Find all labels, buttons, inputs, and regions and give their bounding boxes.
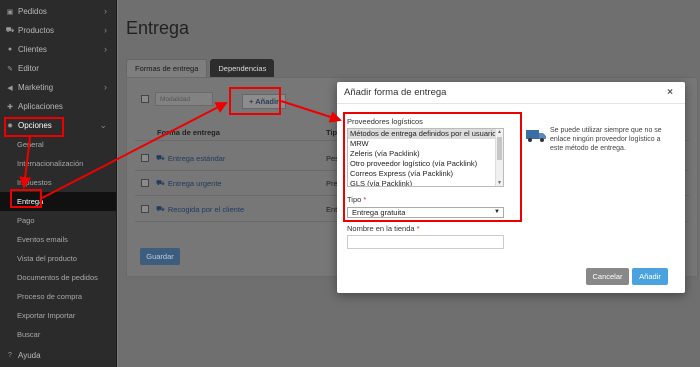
row-checkbox[interactable] xyxy=(141,205,149,213)
sidebar-sub-impuestos[interactable]: Impuestos xyxy=(0,173,116,192)
sidebar-sub-buscar[interactable]: Buscar xyxy=(0,325,116,344)
info-text: Se puede utilizar siempre que no se enla… xyxy=(550,127,662,152)
tab-bar: Formas de entrega Dependencias xyxy=(126,59,275,77)
sidebar-sub-internacionalizacion[interactable]: Internacionalización xyxy=(0,154,116,173)
provider-option[interactable]: Zeleris (vía Packlink) xyxy=(348,149,503,159)
truck-icon: ⛟ xyxy=(156,179,165,187)
users-icon: ● xyxy=(7,46,13,53)
add-delivery-button[interactable]: + Añadir xyxy=(242,94,286,109)
sidebar-item-clientes[interactable]: ● Clientes › xyxy=(0,40,116,59)
sidebar-item-editor[interactable]: ✎ Editor xyxy=(0,59,116,78)
table-toolbar: Modalidad xyxy=(141,92,213,106)
pencil-icon: ✎ xyxy=(7,65,13,73)
type-label: Tipo * xyxy=(347,195,367,204)
providers-listbox[interactable]: Métodos de entrega definidos por el usua… xyxy=(347,128,504,187)
gear-icon: ✹ xyxy=(7,122,13,130)
table-row[interactable]: ⛟ Recogida por el cliente xyxy=(141,202,244,216)
chevron-right-icon: › xyxy=(104,6,107,16)
truck-icon: ⛟ xyxy=(156,154,165,162)
sidebar-sub-exportar-importar[interactable]: Exportar Importar xyxy=(0,306,116,325)
sidebar-item-productos[interactable]: ⛟ Productos › xyxy=(0,21,116,40)
chevron-down-icon: ⌄ xyxy=(99,120,107,130)
sidebar-sub-proceso-compra[interactable]: Proceso de compra xyxy=(0,287,116,306)
row-checkbox[interactable] xyxy=(141,179,149,187)
sidebar-item-pedidos[interactable]: ▣ Pedidos › xyxy=(0,2,116,21)
type-select[interactable]: Entrega gratuita ▼ xyxy=(347,207,504,218)
save-button[interactable]: Guardar xyxy=(140,248,180,265)
modal-title: Añadir forma de entrega xyxy=(337,82,685,104)
table-row[interactable]: ⛟ Entrega estándar xyxy=(141,151,225,165)
scroll-down-icon[interactable]: ▼ xyxy=(497,180,502,186)
page-title: Entrega xyxy=(126,18,190,38)
cart-icon: ⛟ xyxy=(5,27,15,34)
sidebar-item-ayuda[interactable]: ? Ayuda xyxy=(0,346,116,365)
sidebar: ▣ Pedidos › ⛟ Productos › ● Clientes › ✎ Editor… xyxy=(0,0,117,367)
table-row[interactable]: ⛟ Entrega urgente xyxy=(141,176,222,190)
truck-icon: ⛟ xyxy=(156,205,165,213)
megaphone-icon: ◀ xyxy=(7,84,13,92)
tab-dependencias[interactable]: Dependencias xyxy=(210,59,275,77)
chevron-right-icon: › xyxy=(104,25,107,35)
sidebar-sub-eventos-emails[interactable]: Eventos emails xyxy=(0,230,116,249)
required-mark: * xyxy=(363,195,367,204)
shopping-bag-icon: ▣ xyxy=(6,8,14,16)
close-icon[interactable]: × xyxy=(667,87,673,98)
question-icon: ? xyxy=(8,352,12,359)
row-name-link[interactable]: Entrega urgente xyxy=(168,179,222,188)
store-name-label: Nombre en la tienda * xyxy=(347,224,420,233)
sidebar-item-opciones[interactable]: ✹ Opciones ⌄ xyxy=(0,116,116,135)
sidebar-item-aplicaciones[interactable]: ✚ Aplicaciones xyxy=(0,97,116,116)
provider-option[interactable]: Correos Express (vía Packlink) xyxy=(348,169,503,179)
tab-formas-de-entrega[interactable]: Formas de entrega xyxy=(126,59,208,77)
select-all-checkbox[interactable] xyxy=(141,95,149,103)
provider-option[interactable]: MRW xyxy=(348,139,503,149)
provider-option[interactable]: Métodos de entrega definidos por el usua… xyxy=(348,129,503,139)
providers-label: Proveedores logísticos xyxy=(347,117,423,126)
bulk-action-dropdown[interactable]: Modalidad xyxy=(155,92,213,106)
chevron-right-icon: › xyxy=(104,82,107,92)
provider-option[interactable]: Otro proveedor logístico (vía Packlink) xyxy=(348,159,503,169)
scroll-up-icon[interactable]: ▲ xyxy=(497,129,502,135)
chevron-right-icon: › xyxy=(104,44,107,54)
column-header-forma: Forma de entrega xyxy=(157,128,220,137)
add-delivery-modal: Añadir forma de entrega × Proveedores lo… xyxy=(337,82,685,293)
row-name-link[interactable]: Entrega estándar xyxy=(168,154,226,163)
sidebar-sub-entrega[interactable]: Entrega xyxy=(0,192,116,211)
store-name-input[interactable] xyxy=(347,235,504,249)
row-name-link[interactable]: Recogida por el cliente xyxy=(168,205,244,214)
row-checkbox[interactable] xyxy=(141,154,149,162)
chevron-down-icon: ▼ xyxy=(494,209,500,215)
scrollbar-thumb[interactable] xyxy=(497,137,502,160)
required-mark: * xyxy=(416,224,420,233)
sidebar-item-marketing[interactable]: ◀ Marketing › xyxy=(0,78,116,97)
provider-option[interactable]: GLS (vía Packlink) xyxy=(348,179,503,186)
sidebar-sub-pago[interactable]: Pago xyxy=(0,211,116,230)
sidebar-sub-vista-producto[interactable]: Vista del producto xyxy=(0,249,116,268)
listbox-scrollbar[interactable]: ▲ ▼ xyxy=(495,129,503,186)
truck-icon xyxy=(526,130,546,142)
puzzle-icon: ✚ xyxy=(7,103,13,111)
add-button[interactable]: Añadir xyxy=(632,268,668,285)
sidebar-sub-documentos-pedidos[interactable]: Documentos de pedidos xyxy=(0,268,116,287)
sidebar-sub-general[interactable]: General xyxy=(0,135,116,154)
cancel-button[interactable]: Cancelar xyxy=(586,268,629,285)
